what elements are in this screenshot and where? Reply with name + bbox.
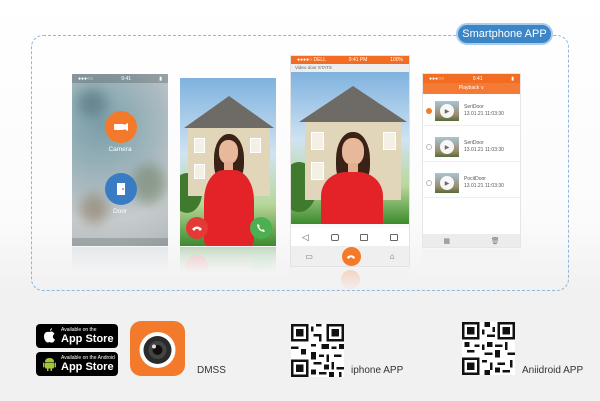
record-thumbnail: ▶ — [435, 173, 459, 193]
dmss-app-icon[interactable] — [130, 321, 185, 376]
android-icon — [42, 356, 57, 371]
status-dot — [426, 108, 432, 114]
media-toolbar: ◁ — [291, 228, 409, 246]
unlock-icon[interactable]: ⌂ — [390, 252, 395, 261]
smartphone-app-badge: Smartphone APP — [456, 23, 553, 45]
phone-accept-icon — [257, 224, 265, 232]
video-title-bar: Video door STATS — [291, 64, 409, 72]
camera-button[interactable] — [105, 111, 137, 143]
phone-main-menu: ●●●○○ 9:41 ▮ Camera Door — [72, 74, 168, 246]
playback-footer: ▦ 🗑 — [423, 234, 520, 247]
phone4-reflection — [422, 249, 521, 275]
record-thumbnail: ▶ — [435, 101, 459, 121]
snapshot-icon[interactable] — [330, 233, 339, 241]
phone-playback: ●●●○○ 9:41 ▮ Playback ∨ ▶ SeriDoor 13.01.2… — [422, 73, 521, 248]
record-thumbnail: ▶ — [435, 137, 459, 157]
apple-icon — [42, 328, 57, 343]
camera-icon — [114, 123, 128, 131]
apple-app-store-badge[interactable]: Available on the App Store — [36, 324, 118, 348]
iphone-qr-code[interactable] — [291, 324, 344, 377]
hangup-button[interactable] — [341, 246, 361, 266]
list-item[interactable]: ▶ SeriDoor 13.01.21 11:03:30 — [423, 96, 520, 126]
grid-icon[interactable]: ▦ — [443, 237, 450, 245]
live-video — [291, 72, 409, 224]
playback-header[interactable]: Playback ∨ — [423, 83, 520, 94]
status-bar: ●●●●○ DELL 9:41 PM 100% — [291, 56, 409, 64]
android-app-label: Aniidroid APP — [522, 365, 584, 376]
android-qr-code[interactable] — [462, 322, 515, 375]
dmss-label: DMSS — [197, 365, 226, 376]
phone-hangup-icon — [347, 254, 356, 259]
camera-lens-icon — [139, 332, 176, 368]
door-label: Door — [112, 208, 128, 215]
play-icon[interactable]: ▶ — [440, 176, 454, 190]
phone3-reflection — [290, 268, 410, 296]
play-icon[interactable]: ▶ — [440, 104, 454, 118]
accept-call-button[interactable] — [250, 217, 272, 239]
play-icon[interactable]: ▶ — [440, 140, 454, 154]
phone2-reflection — [180, 247, 276, 277]
record-icon[interactable] — [360, 233, 369, 241]
delete-icon[interactable]: 🗑 — [491, 237, 500, 245]
camera-switch-icon[interactable]: ▭ — [305, 252, 313, 261]
gallery-icon[interactable] — [390, 233, 399, 241]
door-button[interactable] — [105, 173, 137, 205]
camera-label: Camera — [108, 146, 132, 153]
android-app-store-badge[interactable]: Available on the Android App Store — [36, 352, 118, 376]
control-toolbar: ▭ ⌂ — [291, 246, 409, 266]
iphone-app-label: iphone APP — [351, 365, 404, 376]
list-item[interactable]: ▶ SeriDoor 13.01.21 11:03:30 — [423, 132, 520, 162]
speaker-icon[interactable]: ◁ — [302, 232, 309, 243]
door-icon — [117, 183, 125, 195]
list-item[interactable]: ▶ PocitDoor 13.01.21 11:03:30 — [423, 168, 520, 198]
end-call-button[interactable] — [186, 217, 208, 239]
phone-hangup-icon — [192, 226, 202, 231]
status-dot — [426, 144, 432, 150]
phone-incoming-call — [180, 78, 276, 246]
phone-live-view: ●●●●○ DELL 9:41 PM 100% Video door STATS ◁… — [290, 55, 410, 267]
phone1-reflection — [72, 247, 168, 277]
status-bar: ●●●○○ 9:41 ▮ — [72, 74, 168, 83]
status-dot — [426, 180, 432, 186]
status-bar: ●●●○○ 9:41 ▮ — [423, 74, 520, 83]
